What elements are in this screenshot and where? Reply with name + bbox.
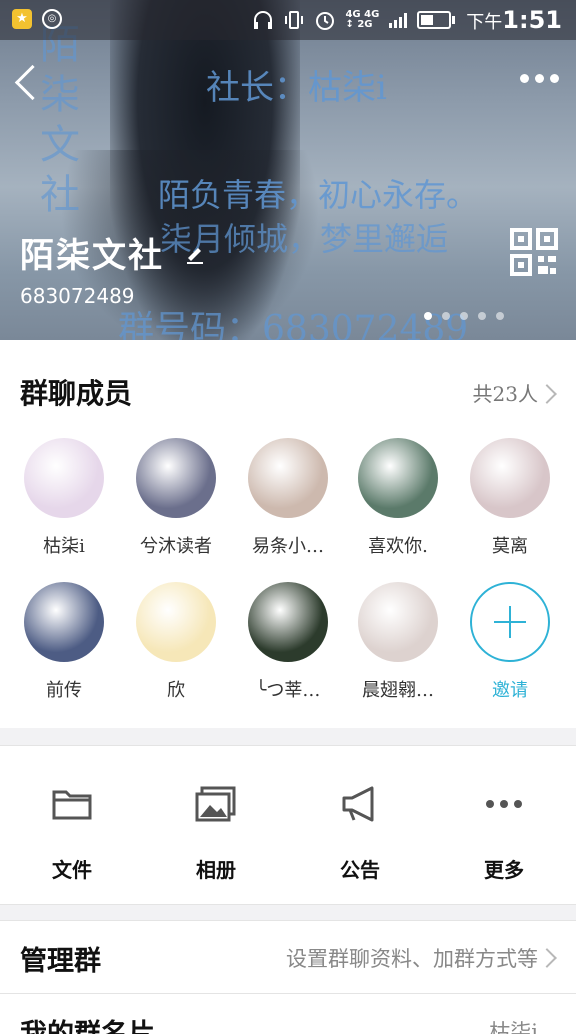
files-label: 文件: [52, 858, 92, 882]
manage-group-title: 管理群: [20, 946, 101, 977]
more-dots-icon: [482, 784, 526, 824]
headphones-icon: [254, 11, 273, 29]
member-avatar: [136, 582, 216, 662]
sync-icon: ◎: [42, 9, 62, 29]
more-options-icon[interactable]: [520, 74, 564, 88]
plus-icon: [470, 582, 550, 662]
watermark-line-2: 陌负青春，初心永存。: [158, 176, 479, 214]
announcement-button[interactable]: 公告: [288, 746, 432, 904]
chevron-right-icon: [537, 384, 557, 404]
album-button[interactable]: 相册: [144, 746, 288, 904]
announcement-label: 公告: [340, 858, 380, 882]
member-avatar: [358, 438, 438, 518]
invite-button[interactable]: 邀请: [460, 582, 560, 702]
member-item[interactable]: ╰つ莘…: [238, 582, 338, 702]
members-count-link[interactable]: 共23人: [473, 378, 538, 407]
manage-group-row[interactable]: 管理群 设置群聊资料、加群方式等: [0, 920, 576, 994]
group-number: 683072489: [20, 284, 135, 308]
clock-prefix: 下午: [466, 12, 503, 33]
member-item[interactable]: 枯柒i: [14, 438, 114, 558]
member-item[interactable]: 欣: [126, 582, 226, 702]
member-item[interactable]: 莫离: [460, 438, 560, 558]
group-header-banner: 陌柒文社 社长：枯柒i 陌负青春，初心永存。 柒月倾城，梦里邂逅 群号码：683…: [0, 0, 576, 340]
qr-code-icon[interactable]: [510, 228, 558, 276]
member-item[interactable]: 易条小…: [238, 438, 338, 558]
group-nickname-row[interactable]: 我的群名片 枯柒i: [0, 994, 576, 1034]
member-avatar: [248, 582, 328, 662]
album-label: 相册: [196, 858, 236, 882]
member-name: ╰つ莘…: [255, 680, 321, 701]
manage-group-description: 设置群聊资料、加群方式等: [286, 947, 538, 971]
clock: 1:51: [502, 6, 562, 34]
invite-label: 邀请: [492, 680, 528, 701]
member-name: 喜欢你.: [368, 536, 428, 557]
banner-page-indicator: [424, 312, 504, 320]
member-name: 莫离: [492, 536, 528, 557]
member-avatar: [136, 438, 216, 518]
page-dot: [424, 312, 432, 320]
member-name: 兮沐读者: [140, 536, 212, 557]
member-item[interactable]: 兮沐读者: [126, 438, 226, 558]
folder-icon: [50, 784, 94, 824]
member-avatar: [248, 438, 328, 518]
member-avatar: [24, 438, 104, 518]
member-name: 欣: [167, 680, 185, 701]
group-nickname-title: 我的群名片: [20, 1012, 155, 1034]
group-nickname-value: 枯柒i: [489, 1020, 538, 1034]
page-dot: [496, 312, 504, 320]
group-actions-bar: 文件 相册 公告 更多: [0, 745, 576, 905]
battery-icon: [417, 11, 456, 29]
signal-icon: [389, 13, 408, 28]
members-title: 群聊成员: [20, 377, 133, 410]
member-name: 枯柒i: [43, 536, 85, 557]
more-button[interactable]: 更多: [432, 746, 576, 904]
watermark-line-1: 社长：枯柒i: [206, 68, 387, 108]
status-bar: ★ ◎ 4G 4G ↕ 2G 下午1:51: [0, 0, 576, 40]
vibrate-icon: [285, 11, 304, 29]
member-avatar: [358, 582, 438, 662]
group-name: 陌柒文社: [20, 236, 164, 276]
member-item[interactable]: 前传: [14, 582, 114, 702]
watermark-vertical: 陌柒文社: [40, 22, 80, 218]
notification-star-icon: ★: [12, 9, 32, 29]
page-dot: [478, 312, 486, 320]
member-name: 易条小…: [252, 536, 324, 557]
more-label: 更多: [484, 858, 524, 882]
network-indicator: 4G 4G ↕ 2G: [345, 9, 380, 30]
member-item[interactable]: 晨翅翱…: [348, 582, 448, 702]
member-avatar: [470, 438, 550, 518]
member-name: 前传: [46, 680, 82, 701]
back-button[interactable]: [12, 64, 40, 104]
photo-album-icon: [194, 784, 238, 824]
files-button[interactable]: 文件: [0, 746, 144, 904]
page-dot: [460, 312, 468, 320]
group-members-card: 群聊成员 共23人 枯柒i 兮沐读者 易条小… 喜欢你. 莫离前传 欣 ╰つ莘… 晨翅翱… 邀…: [0, 340, 576, 728]
edit-name-icon[interactable]: [184, 242, 206, 264]
alarm-icon: [316, 12, 335, 30]
chevron-right-icon: [537, 948, 557, 968]
member-name: 晨翅翱…: [362, 680, 434, 701]
page-dot: [442, 312, 450, 320]
megaphone-icon: [338, 784, 382, 824]
member-avatar: [24, 582, 104, 662]
watermark-line-4: 群号码：683072489: [118, 309, 469, 340]
member-item[interactable]: 喜欢你.: [348, 438, 448, 558]
